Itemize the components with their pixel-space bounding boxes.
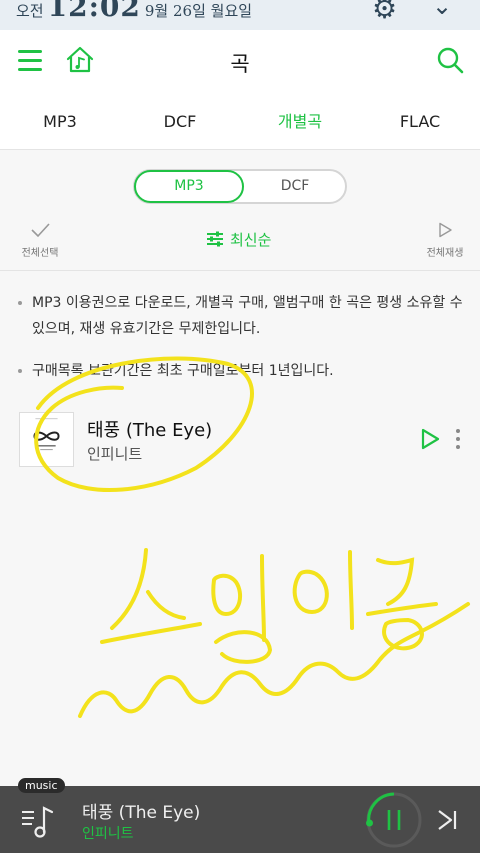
sliders-icon: [207, 231, 223, 247]
song-artist: 인피니트: [87, 445, 143, 463]
mini-player[interactable]: music 태풍 (The Eye) 인피니트: [0, 778, 480, 853]
category-tabs: MP3 DCF 개별곡 FLAC: [0, 94, 480, 150]
gear-icon[interactable]: ⚙: [372, 0, 397, 25]
segment-dcf[interactable]: DCF: [245, 171, 345, 202]
status-date: 9월 26일 월요일: [144, 2, 253, 20]
list-item[interactable]: 태풍 (The Eye) 인피니트: [0, 405, 480, 475]
segment-mp3[interactable]: MP3: [134, 170, 244, 203]
skip-next-icon[interactable]: [436, 808, 458, 832]
song-title: 태풍 (The Eye): [87, 420, 213, 441]
pause-button[interactable]: [364, 790, 424, 850]
bullet: [18, 301, 22, 305]
info-note: 구매목록 보관기간은 최초 구매일로부터 1년입니다.: [18, 358, 468, 384]
tab-dcf[interactable]: DCF: [120, 94, 240, 149]
player-song-title: 태풍 (The Eye): [82, 803, 201, 823]
status-bar: 오전 12:02 9월 26일 월요일 ⚙ ⌄: [0, 0, 480, 30]
sort-label: 최신순: [230, 230, 272, 249]
status-clock: 12:02: [47, 0, 141, 23]
format-segment-control: MP3 DCF: [133, 169, 347, 204]
status-time: 오전 12:02 9월 26일 월요일: [16, 0, 252, 23]
album-art: [19, 412, 74, 467]
playlist-music-icon[interactable]: [20, 800, 56, 840]
info-note-text: MP3 이용권으로 다운로드, 개별곡 구매, 앨범구매 한 곡은 평생 소유할…: [32, 295, 463, 337]
bullet: [18, 369, 22, 373]
play-icon[interactable]: [420, 428, 440, 450]
tab-individual-songs[interactable]: 개별곡: [240, 94, 360, 149]
play-all-label: 전체재생: [426, 248, 464, 259]
select-all-button[interactable]: 전체선택: [20, 222, 60, 259]
sort-button[interactable]: 최신순: [206, 228, 271, 250]
more-options-icon[interactable]: [455, 429, 461, 451]
page-title: 곡: [230, 52, 250, 76]
player-artist: 인피니트: [82, 826, 134, 842]
play-outline-icon: [439, 222, 452, 238]
search-icon[interactable]: [434, 44, 466, 76]
select-all-label: 전체선택: [21, 248, 59, 259]
info-note: MP3 이용권으로 다운로드, 개별곡 구매, 앨범구매 한 곡은 평생 소유할…: [18, 290, 468, 342]
tab-flac[interactable]: FLAC: [360, 94, 480, 149]
tab-mp3[interactable]: MP3: [0, 94, 120, 149]
app-header: 곡: [0, 30, 480, 94]
chevron-down-icon[interactable]: ⌄: [432, 0, 452, 20]
play-all-button[interactable]: 전체재생: [424, 222, 466, 259]
checkmark-icon: [31, 223, 50, 238]
info-note-text: 구매목록 보관기간은 최초 구매일로부터 1년입니다.: [32, 363, 334, 379]
music-badge: music: [18, 778, 65, 793]
status-ampm: 오전: [16, 2, 44, 20]
divider: [0, 270, 480, 271]
